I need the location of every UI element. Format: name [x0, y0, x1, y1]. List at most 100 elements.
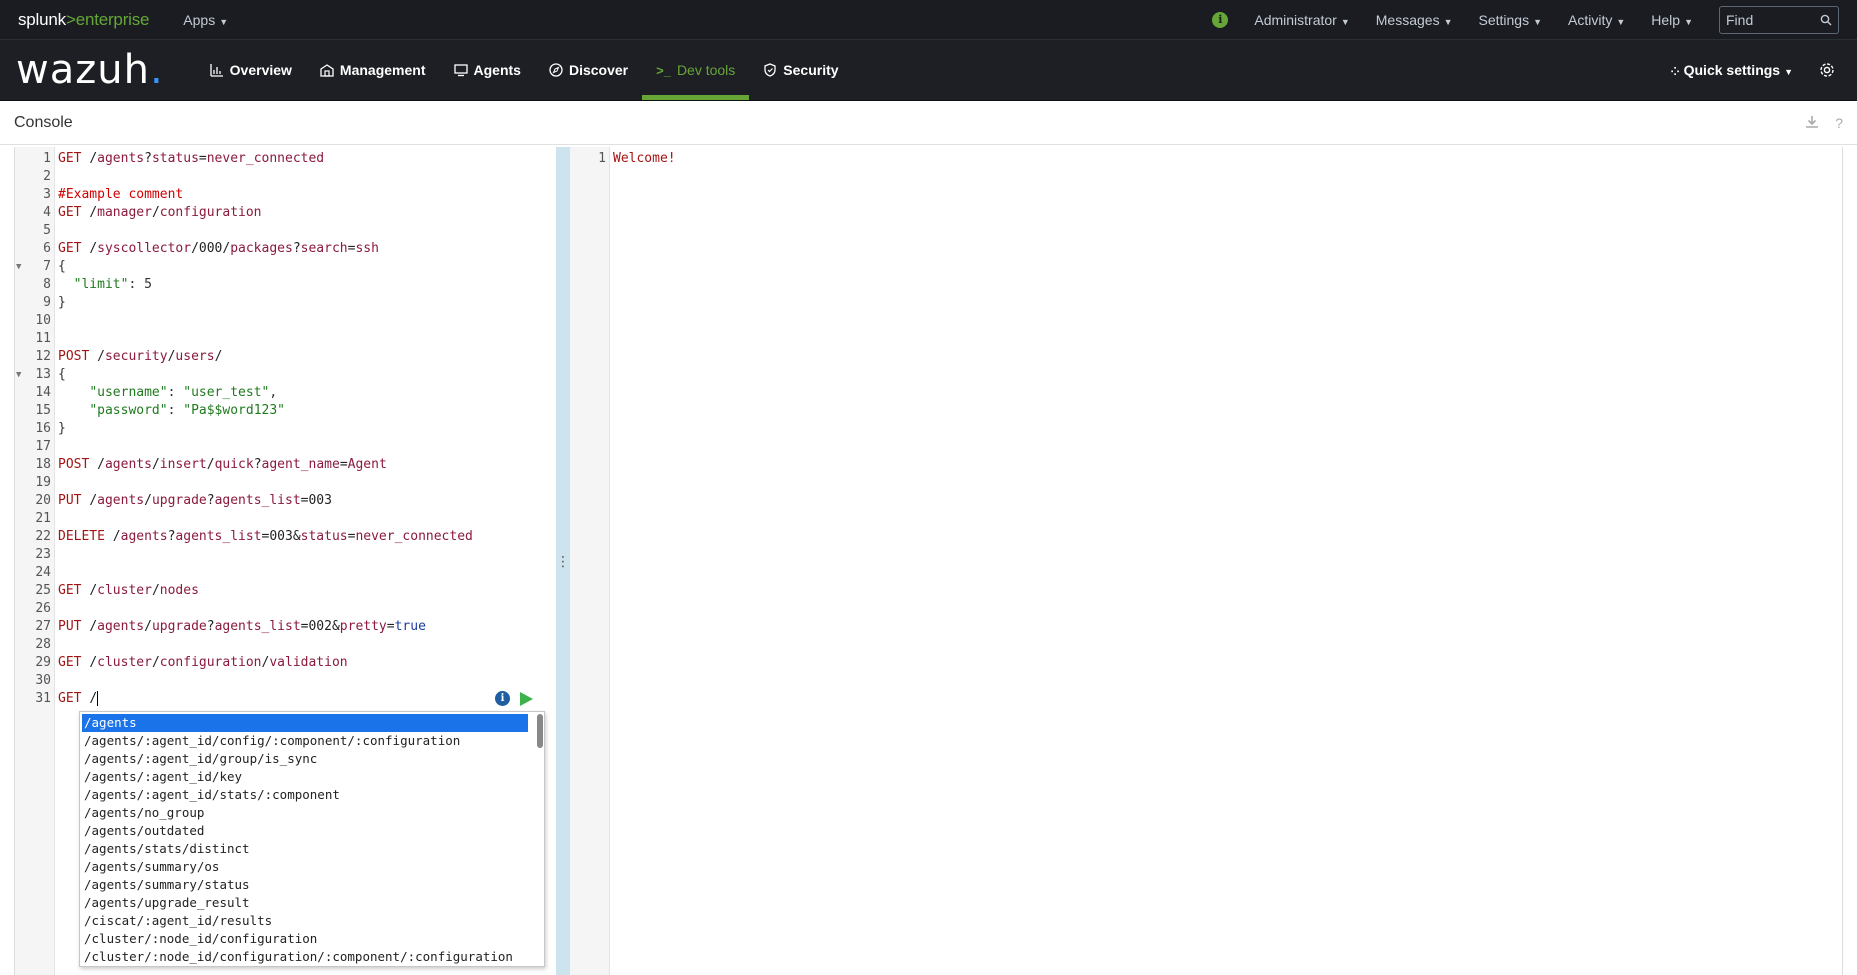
- autocomplete-item[interactable]: /agents: [82, 714, 528, 732]
- autocomplete-item[interactable]: /agents/summary/os: [80, 858, 530, 876]
- code-line[interactable]: 31 GET /: [15, 690, 557, 708]
- line-number: 5: [43, 223, 51, 238]
- request-info-icon[interactable]: i: [495, 691, 510, 706]
- code-text: GET /cluster/nodes: [58, 583, 199, 598]
- autocomplete-item[interactable]: /agents/:agent_id/group/is_sync: [80, 750, 530, 768]
- autocomplete-item[interactable]: /agents/:agent_id/key: [80, 768, 530, 786]
- find-input[interactable]: [1726, 11, 1816, 28]
- autocomplete-item[interactable]: /agents/no_group: [80, 804, 530, 822]
- nav-agents[interactable]: Agents: [440, 40, 535, 100]
- line-number: 28: [35, 637, 51, 652]
- code-line[interactable]: 3 #Example comment: [15, 186, 557, 204]
- code-line[interactable]: 14 "username": "user_test",: [15, 384, 557, 402]
- code-line[interactable]: 18 POST /agents/insert/quick?agent_name=A…: [15, 456, 557, 474]
- fold-icon[interactable]: ▼: [16, 258, 21, 276]
- autocomplete-item[interactable]: /ciscat/:agent_id/results: [80, 912, 530, 930]
- line-number: 1: [43, 151, 51, 166]
- response-pane[interactable]: 1 Welcome!: [570, 147, 1843, 975]
- line-number: 11: [35, 331, 51, 346]
- help-icon[interactable]: ?: [1835, 115, 1843, 131]
- code-line[interactable]: 28: [15, 636, 557, 654]
- line-number: 2: [43, 169, 51, 184]
- info-icon[interactable]: i: [1212, 11, 1229, 28]
- code-line[interactable]: 26: [15, 600, 557, 618]
- fold-icon[interactable]: ▼: [16, 366, 21, 384]
- autocomplete-scrollbar[interactable]: [537, 714, 543, 748]
- code-text: GET /manager/configuration: [58, 205, 262, 220]
- line-number: 24: [35, 565, 51, 580]
- wazuh-logo[interactable]: wazuh.: [16, 40, 164, 100]
- code-line[interactable]: 29 GET /cluster/configuration/validation: [15, 654, 557, 672]
- activity-menu[interactable]: Activity ▼: [1568, 12, 1625, 28]
- code-line[interactable]: 9}: [15, 294, 557, 312]
- autocomplete-item[interactable]: /agents/stats/distinct: [80, 840, 530, 858]
- console-title: Console: [14, 113, 73, 131]
- nav-security[interactable]: Security: [749, 40, 852, 100]
- help-menu[interactable]: Help ▼: [1651, 12, 1693, 28]
- line-number: 13 ▼: [16, 366, 51, 384]
- code-line[interactable]: 2: [15, 168, 557, 186]
- search-icon[interactable]: [1820, 14, 1832, 26]
- code-text: POST /agents/insert/quick?agent_name=Age…: [58, 457, 387, 472]
- gear-icon[interactable]: [1819, 62, 1835, 78]
- management-icon: [320, 64, 334, 77]
- agents-icon: [453, 64, 468, 77]
- code-line[interactable]: 21: [15, 510, 557, 528]
- download-icon[interactable]: [1805, 115, 1819, 129]
- nav-dev-tools[interactable]: >_ Dev tools: [642, 40, 750, 100]
- code-line[interactable]: 15 "password": "Pa$$word123": [15, 402, 557, 420]
- code-line[interactable]: 12 POST /security/users/: [15, 348, 557, 366]
- apps-menu[interactable]: Apps ▼: [183, 12, 228, 28]
- code-text: PUT /agents/upgrade?agents_list=002&pret…: [58, 619, 426, 634]
- line-number: 18: [35, 457, 51, 472]
- code-line[interactable]: 10: [15, 312, 557, 330]
- autocomplete-item[interactable]: /agents/summary/status: [80, 876, 530, 894]
- autocomplete-item[interactable]: /agents/:agent_id/stats/:component: [80, 786, 530, 804]
- code-text: PUT /agents/upgrade?agents_list=003: [58, 493, 332, 508]
- code-line[interactable]: 17: [15, 438, 557, 456]
- code-line[interactable]: 11: [15, 330, 557, 348]
- code-line[interactable]: 7 ▼ {: [15, 258, 557, 276]
- line-number: 9: [43, 295, 51, 310]
- nav-management[interactable]: Management: [306, 40, 440, 100]
- nav-discover[interactable]: Discover: [535, 40, 642, 100]
- autocomplete-item[interactable]: /agents/upgrade_result: [80, 894, 530, 912]
- code-line[interactable]: 23: [15, 546, 557, 564]
- autocomplete-item[interactable]: /agents/:agent_id/config/:component/:con…: [80, 732, 530, 750]
- code-text: }: [58, 295, 66, 310]
- code-line[interactable]: 20 PUT /agents/upgrade?agents_list=003: [15, 492, 557, 510]
- code-line[interactable]: 5: [15, 222, 557, 240]
- code-line[interactable]: 1 GET /agents?status=never_connected: [15, 150, 557, 168]
- autocomplete-item[interactable]: /agents/outdated: [80, 822, 530, 840]
- line-number: 31: [35, 691, 51, 706]
- code-line[interactable]: 6 GET /syscollector/000/packages?search=s…: [15, 240, 557, 258]
- quick-settings-menu[interactable]: ⁘ Quick settings ▼: [1671, 62, 1794, 78]
- code-line[interactable]: 25 GET /cluster/nodes: [15, 582, 557, 600]
- messages-menu[interactable]: Messages ▼: [1376, 12, 1453, 28]
- nav-overview[interactable]: Overview: [196, 40, 306, 100]
- code-text: DELETE /agents?agents_list=003&status=ne…: [58, 529, 473, 544]
- code-text: #Example comment: [58, 187, 184, 202]
- code-line[interactable]: 24: [15, 564, 557, 582]
- pane-splitter[interactable]: ⋮: [556, 147, 570, 975]
- code-text: "username": "user_test",: [89, 385, 278, 400]
- user-menu[interactable]: Administrator ▼: [1254, 12, 1349, 28]
- splunk-logo[interactable]: splunk>enterprise: [18, 10, 149, 30]
- play-icon[interactable]: [520, 691, 533, 706]
- code-line[interactable]: 19: [15, 474, 557, 492]
- code-line[interactable]: 27 PUT /agents/upgrade?agents_list=002&pr…: [15, 618, 557, 636]
- autocomplete-item[interactable]: /cluster/:node_id/configuration: [80, 930, 530, 948]
- code-line[interactable]: 13 ▼ {: [15, 366, 557, 384]
- code-line[interactable]: 16}: [15, 420, 557, 438]
- settings-menu[interactable]: Settings ▼: [1479, 12, 1543, 28]
- request-code[interactable]: 1 GET /agents?status=never_connected 2 3 #Ex…: [15, 150, 557, 708]
- code-line[interactable]: 8 "limit": 5: [15, 276, 557, 294]
- autocomplete-item[interactable]: /cluster/:node_id/configuration/:compone…: [80, 948, 530, 966]
- code-line[interactable]: 22 DELETE /agents?agents_list=003&status=…: [15, 528, 557, 546]
- autocomplete-popup[interactable]: /agents/agents/:agent_id/config/:compone…: [79, 711, 545, 967]
- line-number: 16: [35, 421, 51, 436]
- code-line[interactable]: 4 GET /manager/configuration: [15, 204, 557, 222]
- code-line[interactable]: 30: [15, 672, 557, 690]
